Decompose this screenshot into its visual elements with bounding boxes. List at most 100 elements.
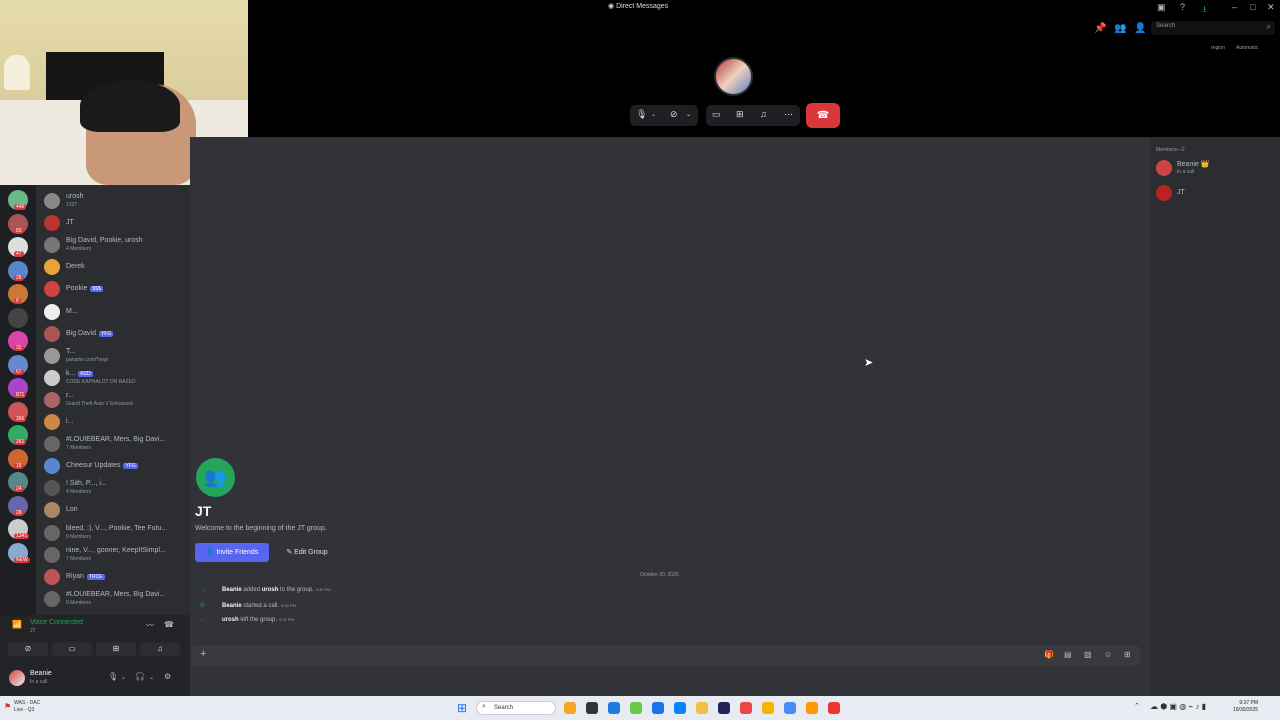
message-actor[interactable]: Beanie	[222, 603, 242, 609]
dm-item[interactable]: Lon	[44, 500, 190, 522]
add-friend-icon[interactable]: 👥	[1114, 23, 1126, 34]
message-actor[interactable]: Beanie	[222, 587, 242, 593]
activities-icon[interactable]: ⊞	[736, 109, 744, 120]
voice-status[interactable]: Voice Connected	[30, 619, 83, 626]
more-icon[interactable]: ⋯	[784, 109, 793, 120]
dm-item[interactable]: #LOUIEBEAR, Mers, Big Davi... 7 Members	[44, 434, 190, 456]
minimize-icon[interactable]: –	[1232, 2, 1237, 12]
taskbar-app-icon[interactable]	[740, 702, 752, 714]
dm-item[interactable]: Cheesur Updates YFG	[44, 456, 190, 478]
taskbar-app-icon[interactable]	[762, 702, 774, 714]
taskbar-app-icon[interactable]	[630, 702, 642, 714]
dm-item[interactable]: ! Sith, P..., i... 4 Members	[44, 478, 190, 500]
screen-share-button[interactable]: ▭	[52, 642, 92, 656]
server-icon[interactable]	[8, 307, 28, 328]
noise-suppression-icon[interactable]: 〰	[146, 620, 154, 631]
taskbar-widget[interactable]: WAS - DAC Live - Q3	[14, 700, 40, 714]
activities-button[interactable]: ⊞	[96, 642, 136, 656]
windows-start-icon[interactable]: ⊞	[457, 701, 467, 715]
settings-gear-icon[interactable]: ⚙	[164, 672, 171, 681]
soundboard-button[interactable]: ♫	[140, 642, 180, 656]
gift-icon[interactable]: 🎁	[1044, 650, 1054, 659]
gif-icon[interactable]: ▤	[1064, 650, 1072, 659]
member-name[interactable]: Beanie 👑	[1177, 160, 1209, 168]
screen-share-icon: ▭	[68, 644, 76, 653]
taskbar-app-icon[interactable]	[718, 702, 730, 714]
taskbar-clock[interactable]: 9:37 PM 10/30/2025	[1233, 700, 1258, 714]
camera-off-icon[interactable]: ⊘	[670, 109, 678, 120]
dm-item[interactable]: M...	[44, 302, 190, 324]
microphone-icon[interactable]: 🎙	[636, 109, 647, 120]
member-avatar[interactable]	[1156, 185, 1172, 201]
taskbar-app-icon[interactable]	[674, 702, 686, 714]
member-name[interactable]: JT	[1177, 189, 1185, 196]
mic-options-chevron-icon[interactable]: ⌄	[651, 111, 656, 118]
call-participant-avatar[interactable]	[714, 57, 753, 96]
dm-subtitle: CODE KAPNALOT ON RAZED	[66, 378, 136, 385]
message-target[interactable]: urosh	[262, 587, 279, 593]
dm-item[interactable]: k... RZD CODE KAPNALOT ON RAZED	[44, 368, 190, 390]
microphone-icon[interactable]: 🎙	[108, 672, 118, 681]
dm-item[interactable]: i...	[44, 412, 190, 434]
screen-share-icon[interactable]: ▭	[712, 109, 721, 120]
dm-item[interactable]: urosh 1337	[44, 191, 190, 213]
maximize-icon[interactable]: □	[1250, 2, 1255, 12]
dm-item[interactable]: Big David, Pookie, urosh 4 Members	[44, 235, 190, 257]
search-input[interactable]: Search ⌕	[1151, 21, 1275, 35]
avatar[interactable]	[9, 670, 25, 686]
dm-item[interactable]: #LOUIEBEAR, Mers, Big Davi... 9 Members	[44, 589, 190, 611]
member-avatar[interactable]	[1156, 160, 1172, 176]
voice-panel	[0, 615, 190, 664]
dm-item[interactable]: T... paname.com/Tsopi	[44, 346, 190, 368]
pin-icon[interactable]: 📌	[1094, 23, 1106, 34]
dm-item[interactable]: nine, V..., gooner, KeepItSimpl... 7 Memb…	[44, 545, 190, 567]
tray-icons[interactable]: ☁ ⬢ ▣ ◍ ⌁ ♪ ▮	[1150, 702, 1206, 711]
help-icon[interactable]: ?	[1180, 2, 1185, 12]
message-actor[interactable]: urosh	[222, 617, 239, 623]
edit-group-button[interactable]: ✎ Edit Group	[276, 543, 338, 562]
message-text: started a call.	[241, 603, 280, 609]
disconnect-icon[interactable]: ☎	[164, 620, 174, 629]
taskbar-app-icon[interactable]	[608, 702, 620, 714]
region-select[interactable]: Automatic	[1236, 45, 1258, 51]
dm-item[interactable]: r... Grand Theft Auto V Enhanced	[44, 390, 190, 412]
taskbar-app-icon[interactable]	[586, 702, 598, 714]
server-badge: 24	[14, 486, 24, 492]
headphones-icon[interactable]: 🎧	[135, 672, 145, 681]
sticker-icon[interactable]: ▧	[1084, 650, 1092, 659]
dm-item[interactable]: bleed, :), V..., Pookie, Tee Futu... 9 Me…	[44, 523, 190, 545]
news-widget-icon[interactable]: ⚑	[4, 702, 11, 711]
mic-chevron-icon[interactable]: ⌄	[121, 674, 126, 681]
dm-item[interactable]: Derek	[44, 257, 190, 279]
tray-chevron-icon[interactable]: ⌃	[1134, 702, 1140, 710]
taskbar-app-icon[interactable]	[564, 702, 576, 714]
close-icon[interactable]: ✕	[1267, 2, 1275, 13]
camera-button[interactable]: ⊘	[8, 642, 48, 656]
taskbar-search[interactable]: ⌕ Search	[476, 701, 556, 715]
taskbar-app-icon[interactable]	[806, 702, 818, 714]
hangup-button[interactable]: ☎	[806, 103, 840, 128]
message-composer[interactable]: +	[192, 645, 1140, 666]
window-title: ◉ Direct Messages	[608, 3, 669, 10]
inbox-icon[interactable]: ▣	[1157, 2, 1166, 13]
taskbar-app-icon[interactable]	[696, 702, 708, 714]
user-name[interactable]: Beanie	[30, 670, 52, 677]
dm-item[interactable]: Pookie $$$	[44, 279, 190, 301]
attach-plus-icon[interactable]: +	[200, 648, 206, 660]
invite-friends-button[interactable]: 👤 Invite Friends	[195, 543, 269, 562]
dm-item[interactable]: JT	[44, 213, 190, 235]
dm-item[interactable]: Big David YFG	[44, 324, 190, 346]
taskbar-app-icon[interactable]	[828, 702, 840, 714]
dm-name: bleed, :), V..., Pookie, Tee Futu...	[66, 524, 168, 532]
avatar	[44, 391, 60, 408]
taskbar-app-icon[interactable]	[784, 702, 796, 714]
soundboard-icon[interactable]: ♫	[760, 109, 767, 119]
apps-icon[interactable]: ⊞	[1124, 650, 1131, 659]
camera-options-chevron-icon[interactable]: ⌄	[686, 111, 691, 118]
emoji-icon[interactable]: ☺	[1104, 650, 1112, 659]
headphones-chevron-icon[interactable]: ⌄	[149, 674, 154, 681]
taskbar-app-icon[interactable]	[652, 702, 664, 714]
member-list-icon[interactable]: 👤	[1134, 23, 1146, 34]
dm-item[interactable]: Riyan TRCE	[44, 567, 190, 589]
dm-name: ! Sith, P..., i...	[66, 480, 107, 488]
